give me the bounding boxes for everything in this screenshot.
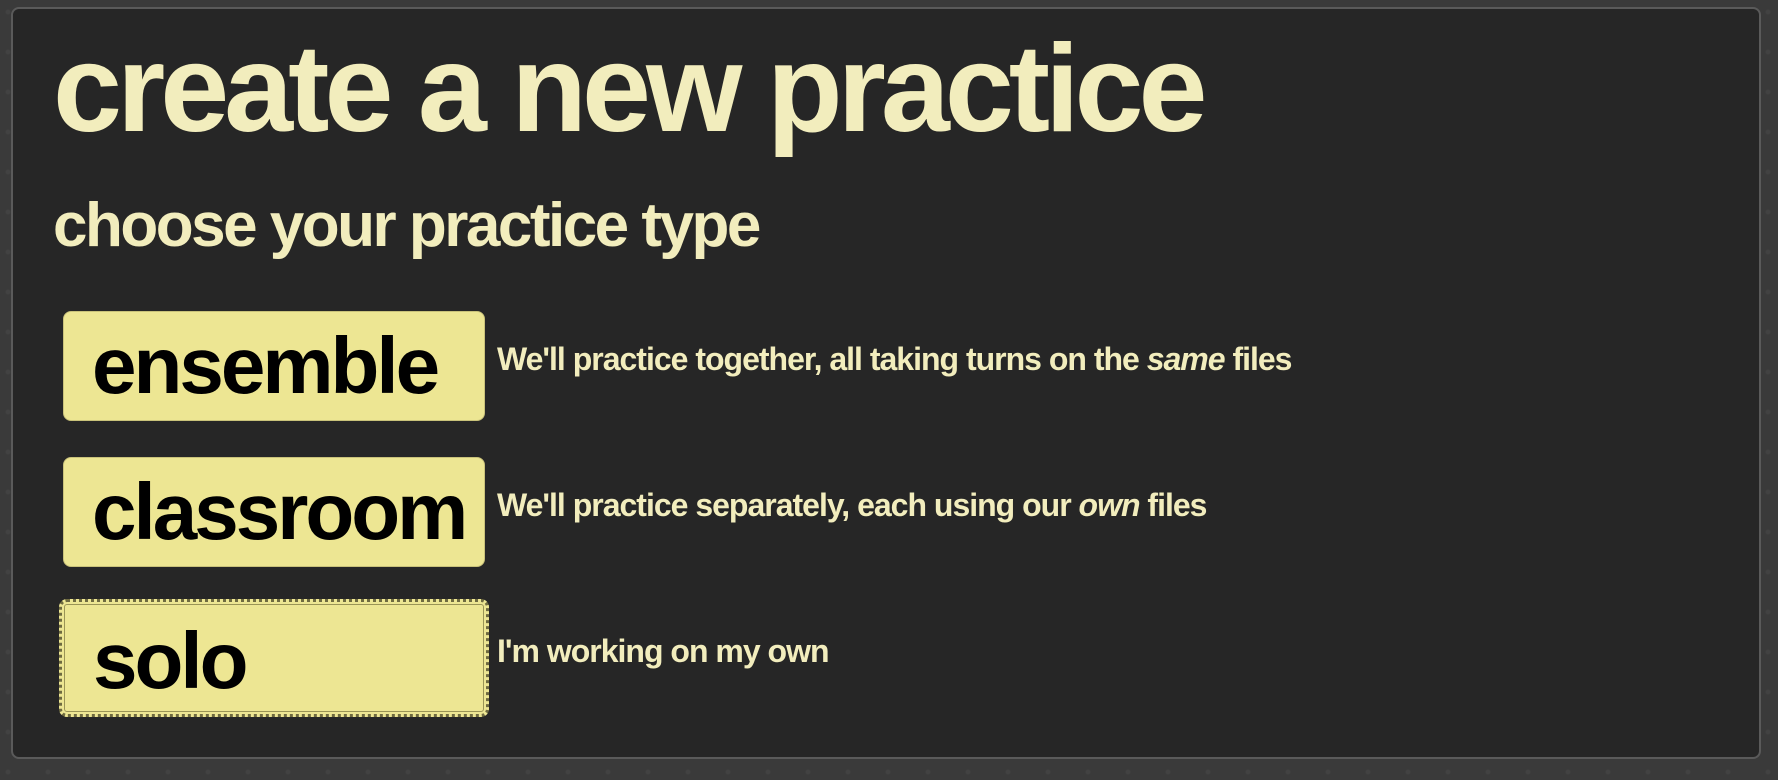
create-practice-panel: create a new practice choose your practi… [11, 7, 1761, 759]
ensemble-description: We'll practice together, all taking turn… [497, 339, 1292, 381]
section-subtitle: choose your practice type [53, 191, 761, 260]
ensemble-description-text: We'll practice together, all taking turn… [497, 341, 1147, 377]
option-solo: solo I'm working on my own [59, 599, 1363, 717]
classroom-description-text: We'll practice separately, each using ou… [497, 487, 1079, 523]
ensemble-button[interactable]: ensemble [63, 311, 485, 421]
solo-description-text: I'm working on my own [497, 633, 830, 669]
solo-description: I'm working on my own [497, 631, 830, 673]
ensemble-description-emphasis: same [1146, 341, 1226, 377]
page-title: create a new practice [53, 20, 1207, 158]
solo-button[interactable]: solo [59, 599, 489, 717]
classroom-description-suffix: files [1139, 487, 1207, 523]
classroom-button[interactable]: classroom [63, 457, 485, 567]
option-classroom: classroom We'll practice separately, eac… [63, 457, 1363, 569]
classroom-description: We'll practice separately, each using ou… [497, 485, 1207, 527]
ensemble-description-suffix: files [1224, 341, 1292, 377]
classroom-description-emphasis: own [1078, 487, 1141, 523]
option-ensemble: ensemble We'll practice together, all ta… [63, 311, 1363, 423]
